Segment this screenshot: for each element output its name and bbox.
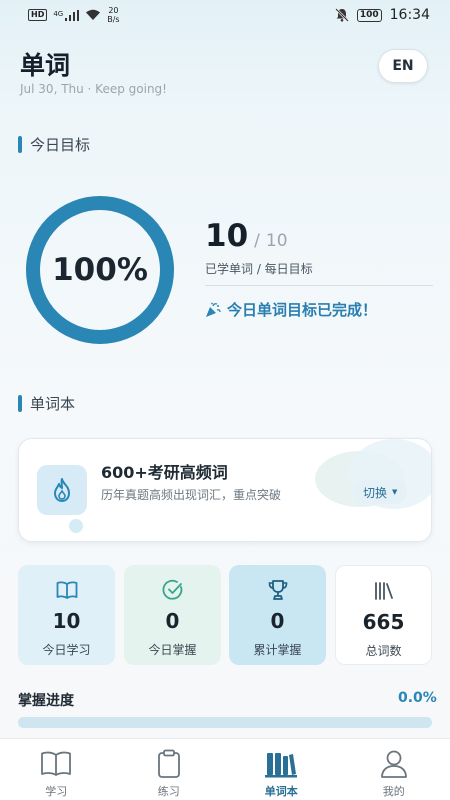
date-subtitle: Jul 30, Thu · Keep going! <box>20 82 167 96</box>
target-count: 10 <box>265 231 288 251</box>
bottom-nav: 学习 练习 单词本 我的 <box>0 738 450 800</box>
today-goal-header: 今日目标 <box>18 134 90 155</box>
today-goal-title: 今日目标 <box>30 136 91 154</box>
stat-value: 0 <box>165 609 180 633</box>
book-description: 历年真题高频出现词汇，重点突破 <box>101 488 282 502</box>
net-speed-unit: B/s <box>107 15 120 24</box>
nav-label: 练习 <box>157 785 180 798</box>
stat-card-today-mastered: 0 今日掌握 <box>124 565 221 665</box>
stat-value: 10 <box>52 609 81 633</box>
nav-item-practice[interactable]: 练习 <box>113 739 226 800</box>
net-speed: 20 B/s <box>107 6 119 24</box>
wifi-icon <box>86 9 101 20</box>
book-icon <box>41 751 72 776</box>
page-title: 单词 <box>20 51 71 80</box>
nav-item-wordbook[interactable]: 单词本 <box>225 739 338 800</box>
decor-dot <box>69 519 83 533</box>
nav-label: 学习 <box>45 785 68 798</box>
wordbook-header: 单词本 <box>18 393 75 414</box>
mastery-progress-label: 掌握进度 <box>18 693 74 709</box>
goal-label: 已学单词 / 每日目标 <box>205 262 313 276</box>
nav-item-profile[interactable]: 我的 <box>338 739 450 800</box>
goal-count: 10 / 10 <box>205 218 288 254</box>
stat-value: 0 <box>270 609 285 633</box>
status-left: HD 4G 20 B/s <box>28 6 120 24</box>
caret-down-icon: ▼ <box>392 488 398 496</box>
library-icon <box>374 582 393 600</box>
goal-complete-text: 今日单词目标已完成！ <box>227 301 378 319</box>
books-icon <box>265 753 298 778</box>
signal-label: 4G <box>53 9 64 18</box>
count-separator: / <box>254 231 260 251</box>
status-bar: HD 4G 20 B/s 100 16:34 <box>0 0 450 30</box>
wordbook-card[interactable]: 600+考研高频词 历年真题高频出现词汇，重点突破 切换 ▼ <box>18 438 432 542</box>
book-title: 600+考研高频词 <box>101 463 228 482</box>
stat-card-total-words: 665 总词数 <box>335 565 432 665</box>
wordbook-title: 单词本 <box>30 395 76 413</box>
user-icon <box>380 750 407 778</box>
learned-count: 10 <box>205 218 249 254</box>
stat-card-today-learned: 10 今日学习 <box>18 565 115 665</box>
flame-icon <box>54 478 70 502</box>
section-accent-bar <box>18 395 22 412</box>
trophy-icon <box>268 580 287 600</box>
mute-bell-icon <box>334 8 349 22</box>
status-time: 16:34 <box>389 7 430 23</box>
ring-percent-text: 100% <box>52 252 148 288</box>
stat-label: 总词数 <box>365 644 402 658</box>
goal-complete-message: 今日单词目标已完成！ <box>205 299 377 320</box>
mastery-progress-bar <box>18 717 432 728</box>
battery-indicator: 100 <box>356 8 382 22</box>
nav-label: 我的 <box>382 785 405 798</box>
goal-progress-ring: 100% <box>24 194 176 346</box>
status-right: 100 16:34 <box>334 7 430 23</box>
clipboard-icon <box>157 749 180 778</box>
stat-card-total-mastered: 0 累计掌握 <box>229 565 326 665</box>
switch-label: 切换 <box>363 485 388 500</box>
book-icon-box <box>37 465 87 515</box>
nav-item-study[interactable]: 学习 <box>0 739 113 800</box>
stat-label: 累计掌握 <box>253 643 302 657</box>
mastery-progress-value: 0.0% <box>398 690 437 706</box>
hd-badge: HD <box>28 9 48 21</box>
section-accent-bar <box>18 136 22 153</box>
party-popper-icon <box>206 302 221 317</box>
book-open-icon <box>56 581 77 599</box>
divider <box>205 285 433 286</box>
signal-icon: 4G <box>53 9 80 21</box>
switch-book-button[interactable]: 切换 ▼ <box>353 480 408 504</box>
nav-label: 单词本 <box>264 785 298 798</box>
net-speed-value: 20 <box>108 6 119 15</box>
stat-label: 今日掌握 <box>148 643 197 657</box>
language-toggle-button[interactable]: EN <box>378 49 428 83</box>
stat-value: 665 <box>362 610 405 634</box>
stat-label: 今日学习 <box>42 643 91 657</box>
check-circle-icon <box>162 579 182 600</box>
